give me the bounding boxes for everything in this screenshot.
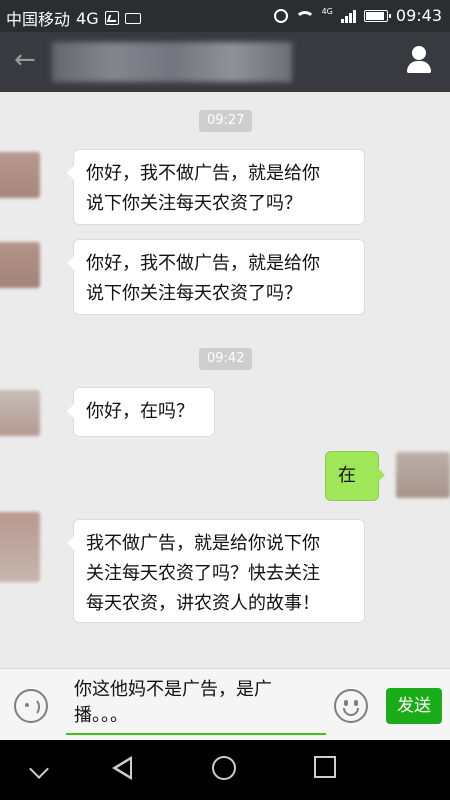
system-nav-bar bbox=[0, 740, 450, 800]
contact-avatar[interactable] bbox=[0, 512, 40, 582]
received-message-bubble[interactable]: 我不做广告，就是给你说下你 关注每天农资了吗？快去关注 每天农资，讲农资人的故事… bbox=[67, 520, 364, 622]
message-text: 你好，我不做广告，就是给你 说下你关注每天农资了吗？ bbox=[86, 163, 320, 214]
signal-network-label: 4G bbox=[321, 7, 333, 16]
chat-area[interactable]: 09:27 你好，我不做广告，就是给你 说下你关注每天农资了吗？ 你好，我不做广… bbox=[0, 92, 450, 668]
message-timestamp: 09:42 bbox=[199, 348, 253, 370]
alarm-icon bbox=[273, 8, 288, 23]
contact-name-blurred bbox=[52, 42, 292, 82]
carrier-label: 中国移动 bbox=[6, 10, 71, 29]
message-input[interactable]: 你这他妈不是广告，是广 播。。。 bbox=[66, 675, 326, 735]
received-message-bubble[interactable]: 你好，我不做广告，就是给你 说下你关注每天农资了吗？ bbox=[67, 150, 364, 224]
chevron-down-icon[interactable] bbox=[29, 759, 49, 779]
signal-icon bbox=[340, 9, 356, 23]
status-left: 中国移动 4G bbox=[6, 6, 141, 30]
network-label: 4G bbox=[76, 8, 99, 28]
received-message-bubble[interactable]: 你好，在吗？ bbox=[67, 388, 214, 436]
emoji-icon[interactable] bbox=[334, 689, 368, 723]
battery-icon bbox=[363, 9, 391, 22]
contact-avatar[interactable] bbox=[0, 152, 40, 198]
contact-avatar[interactable] bbox=[0, 390, 40, 436]
status-bar: 中国移动 4G 4G 09:43 bbox=[0, 0, 450, 32]
message-text: 我不做广告，就是给你说下你 关注每天农资了吗？快去关注 每天农资，讲农资人的故事… bbox=[86, 533, 320, 614]
status-right: 4G 09:43 bbox=[273, 6, 442, 25]
sent-message-bubble[interactable]: 在 bbox=[326, 452, 385, 500]
received-message-bubble[interactable]: 你好，我不做广告，就是给你 说下你关注每天农资了吗？ bbox=[67, 240, 364, 314]
self-avatar[interactable] bbox=[396, 452, 450, 498]
nav-recents-icon[interactable] bbox=[314, 756, 336, 778]
wifi-icon bbox=[295, 9, 314, 23]
chat-header: ← bbox=[0, 32, 450, 92]
clock: 09:43 bbox=[395, 6, 442, 25]
message-timestamp: 09:27 bbox=[199, 110, 253, 132]
message-text: 你好，我不做广告，就是给你 说下你关注每天农资了吗？ bbox=[86, 253, 320, 304]
keyboard-icon bbox=[124, 12, 141, 24]
person-icon[interactable] bbox=[404, 46, 434, 76]
message-text: 你好，在吗？ bbox=[86, 401, 194, 422]
image-notification-icon bbox=[104, 11, 119, 25]
contact-avatar[interactable] bbox=[0, 242, 40, 288]
nav-back-icon[interactable] bbox=[112, 756, 132, 780]
voice-icon[interactable] bbox=[14, 689, 48, 723]
nav-home-icon[interactable] bbox=[212, 756, 236, 780]
back-arrow-icon[interactable]: ← bbox=[14, 46, 44, 76]
message-text: 在 bbox=[338, 465, 356, 486]
input-bar: 你这他妈不是广告，是广 播。。。 发送 bbox=[0, 668, 450, 740]
send-button[interactable]: 发送 bbox=[386, 688, 442, 724]
